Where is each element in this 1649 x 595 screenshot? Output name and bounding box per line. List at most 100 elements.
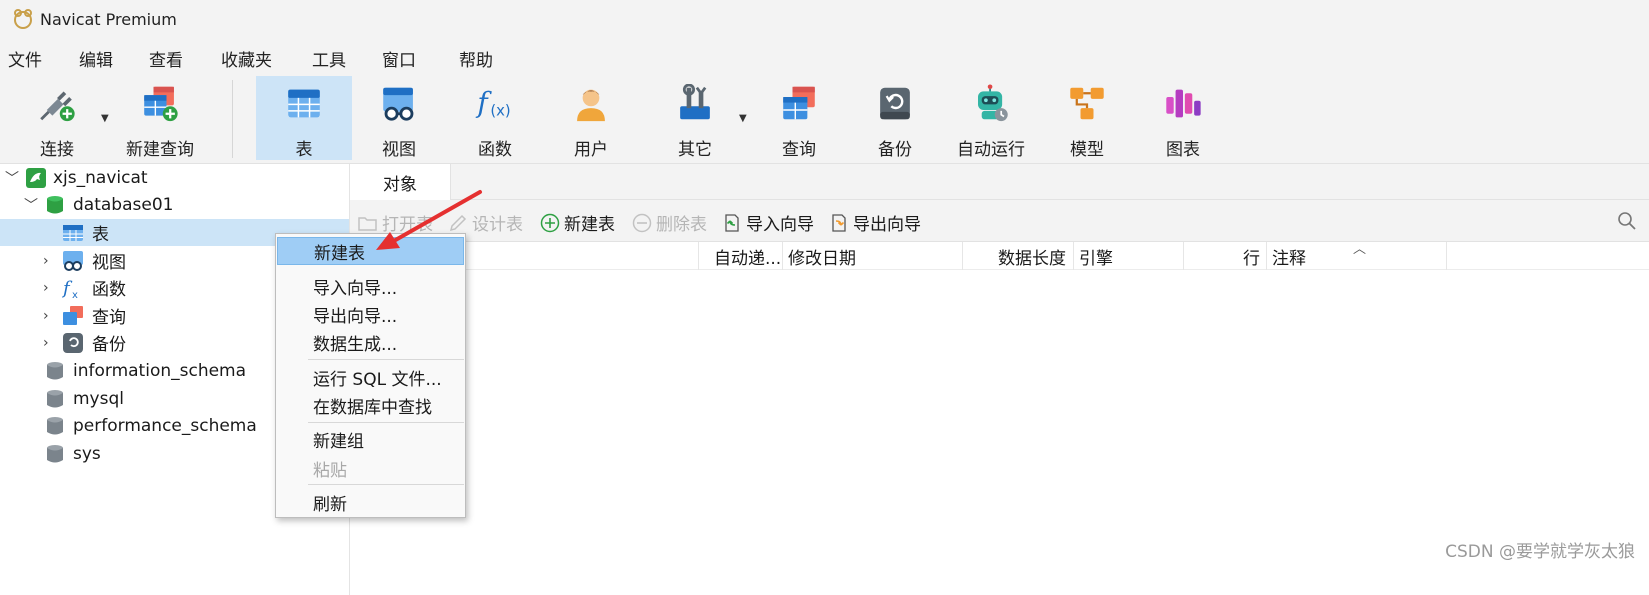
table-button[interactable]: 表 xyxy=(256,76,352,160)
expand-chevron-icon[interactable]: › xyxy=(43,335,49,351)
backup-icon xyxy=(63,332,83,353)
collapse-chevron-icon[interactable]: ﹀ xyxy=(5,168,19,188)
search-icon[interactable] xyxy=(1617,211,1637,231)
export-wizard-label: 导出向导 xyxy=(853,215,921,235)
other-button[interactable]: 其它 xyxy=(660,76,730,160)
user-label: 用户 xyxy=(574,140,608,160)
import-icon xyxy=(725,213,739,232)
column-separator[interactable] xyxy=(782,242,783,270)
column-engine[interactable]: 引擎 xyxy=(1079,244,1113,269)
new-query-label: 新建查询 xyxy=(126,140,194,160)
menu-separator xyxy=(308,359,464,360)
connect-button[interactable]: 连接 xyxy=(22,76,92,160)
ctx-new-table[interactable]: 新建表 xyxy=(277,237,464,265)
export-icon xyxy=(832,213,846,232)
expand-chevron-icon[interactable]: › xyxy=(43,308,49,324)
column-separator[interactable] xyxy=(698,242,699,270)
automation-button[interactable]: 自动运行 xyxy=(952,76,1030,160)
user-button[interactable]: 用户 xyxy=(556,76,626,160)
tree-item-label: 备份 xyxy=(92,335,126,355)
tab-object[interactable]: 对象 xyxy=(350,164,451,200)
menu-help[interactable]: 帮助 xyxy=(459,46,493,71)
design-table-button[interactable]: 设计表 xyxy=(448,210,523,235)
column-separator[interactable] xyxy=(962,242,963,270)
tree-item-label: 视图 xyxy=(92,253,126,273)
tree-db-label: mysql xyxy=(73,388,124,409)
database-green-icon xyxy=(47,195,63,213)
view-button[interactable]: 视图 xyxy=(364,76,434,160)
menu-separator xyxy=(308,484,464,485)
ctx-data-generation[interactable]: 数据生成... xyxy=(277,328,464,356)
ctx-import-wizard[interactable]: 导入向导... xyxy=(277,272,464,300)
table-label: 表 xyxy=(295,140,313,160)
query-button[interactable]: 查询 xyxy=(764,76,834,160)
sort-caret-icon: ︿ xyxy=(1353,242,1367,257)
column-separator[interactable] xyxy=(1073,242,1074,270)
column-rows[interactable]: 行 xyxy=(1243,244,1260,269)
title-bar: Navicat Premium xyxy=(0,0,1649,38)
ctx-paste[interactable]: 粘贴 xyxy=(277,454,464,482)
function-button[interactable]: f (x) 函数 xyxy=(460,76,530,160)
chart-label: 图表 xyxy=(1166,140,1200,160)
ctx-run-sql-file[interactable]: 运行 SQL 文件... xyxy=(277,363,464,391)
collapse-chevron-icon[interactable]: ﹀ xyxy=(24,195,38,215)
menu-tools[interactable]: 工具 xyxy=(312,46,346,71)
export-wizard-button[interactable]: 导出向导 xyxy=(829,210,921,235)
menu-edit[interactable]: 编辑 xyxy=(79,46,113,71)
ctx-new-group[interactable]: 新建组 xyxy=(277,425,464,453)
view-label: 视图 xyxy=(382,140,416,160)
column-separator[interactable] xyxy=(1183,242,1184,270)
menu-view[interactable]: 查看 xyxy=(149,46,183,71)
model-label: 模型 xyxy=(1070,140,1104,160)
column-separator[interactable] xyxy=(1266,242,1267,270)
automation-label: 自动运行 xyxy=(957,140,1025,160)
column-auto-increment[interactable]: 自动递... xyxy=(714,244,781,269)
backup-button[interactable]: 备份 xyxy=(860,76,930,160)
tools-icon xyxy=(680,84,710,120)
menu-separator xyxy=(308,422,464,423)
tree-connection-row[interactable]: ﹀ xjs_navicat xyxy=(0,164,349,191)
tree-database-row[interactable]: ﹀ database01 xyxy=(0,191,349,218)
view-icon xyxy=(383,87,414,121)
folder-open-icon xyxy=(358,216,377,231)
import-wizard-label: 导入向导 xyxy=(746,215,814,235)
add-circle-icon xyxy=(540,213,560,232)
column-modified-date[interactable]: 修改日期 xyxy=(788,244,856,269)
model-icon xyxy=(1070,87,1104,120)
table-icon xyxy=(288,89,320,118)
import-wizard-button[interactable]: 导入向导 xyxy=(722,210,814,235)
model-button[interactable]: 模型 xyxy=(1052,76,1122,160)
new-query-button[interactable]: 新建查询 xyxy=(122,76,198,160)
toolbar-divider xyxy=(232,80,233,158)
ctx-export-wizard[interactable]: 导出向导... xyxy=(277,300,464,328)
mysql-connection-icon xyxy=(26,167,46,188)
open-table-label: 打开表 xyxy=(382,215,433,235)
expand-chevron-icon[interactable]: › xyxy=(43,253,49,269)
main-toolbar: 连接 ▼ 新建查询 表 视图 f (x) 函数 用户 其它 ▼ 查询 备份 自动… xyxy=(0,76,1649,164)
tree-db-label: sys xyxy=(73,443,101,464)
object-toolbar: 打开表 设计表 新建表 删除表 导入向导 导出向导 xyxy=(350,200,1649,242)
menu-bar: 文件 编辑 查看 收藏夹 工具 窗口 帮助 xyxy=(0,38,1649,76)
ctx-find-in-database[interactable]: 在数据库中查找 xyxy=(277,391,464,419)
robot-icon xyxy=(978,84,1008,122)
column-data-length[interactable]: 数据长度 xyxy=(998,244,1066,269)
menu-window[interactable]: 窗口 xyxy=(382,46,416,71)
other-dropdown-icon[interactable]: ▼ xyxy=(739,113,747,124)
chart-button[interactable]: 图表 xyxy=(1148,76,1218,160)
function-label: 函数 xyxy=(478,140,512,160)
backup-icon xyxy=(880,87,910,120)
new-table-button[interactable]: 新建表 xyxy=(540,210,615,235)
expand-chevron-icon[interactable]: › xyxy=(43,280,49,296)
column-separator[interactable] xyxy=(1446,242,1447,270)
tree-database-label: database01 xyxy=(73,194,174,215)
open-table-button[interactable]: 打开表 xyxy=(358,210,433,235)
delete-table-button[interactable]: 删除表 xyxy=(632,210,707,235)
ctx-refresh[interactable]: 刷新 xyxy=(277,488,464,516)
connect-dropdown-icon[interactable]: ▼ xyxy=(101,113,109,124)
query-icon xyxy=(63,305,83,325)
database-gray-icon xyxy=(47,389,63,407)
tree-item-label: 查询 xyxy=(92,308,126,328)
menu-favorites[interactable]: 收藏夹 xyxy=(221,46,272,71)
menu-file[interactable]: 文件 xyxy=(8,46,42,71)
column-comment[interactable]: 注释 xyxy=(1272,244,1306,269)
